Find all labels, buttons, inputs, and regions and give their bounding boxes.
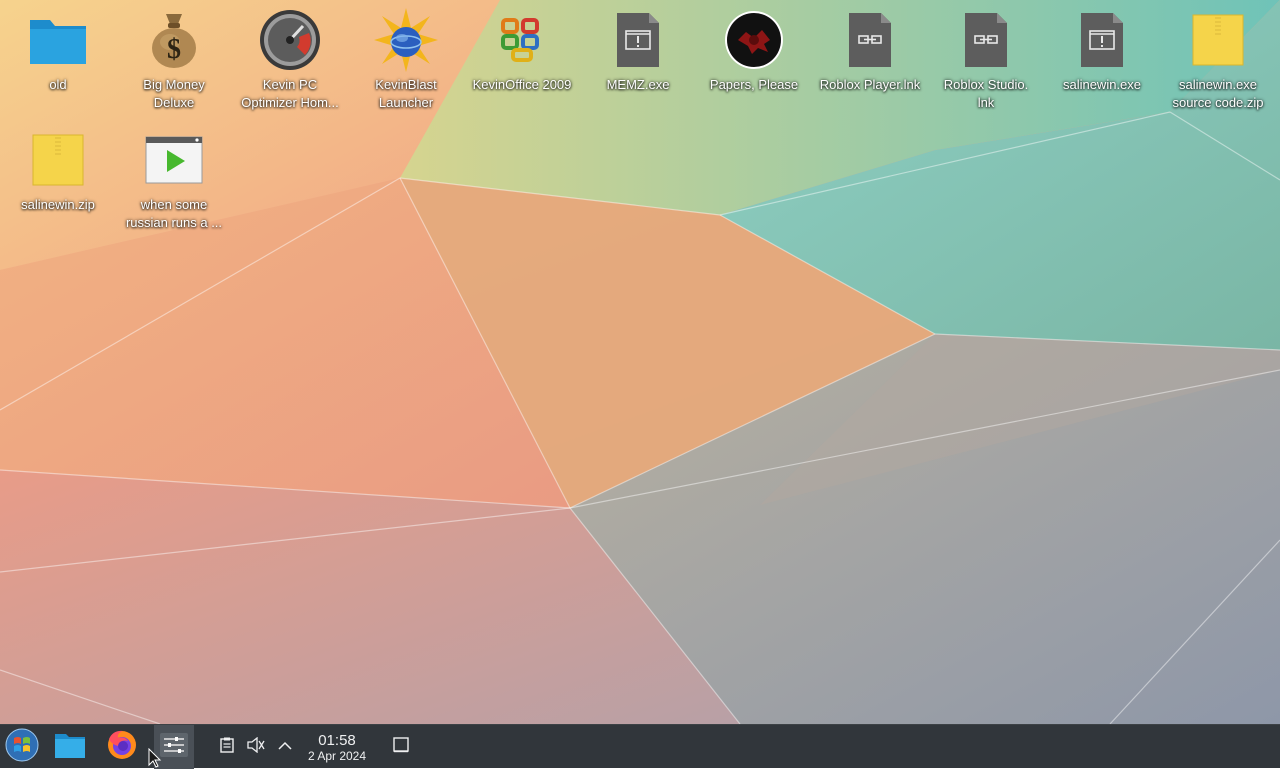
start-button[interactable] <box>0 725 44 769</box>
starburst-globe-icon <box>374 8 438 72</box>
icon-label: salinewin.zip <box>21 197 95 212</box>
office-logo-icon <box>490 8 554 72</box>
shortcut-file-icon <box>954 8 1018 72</box>
icon-label: Roblox Player.lnk <box>819 77 921 92</box>
desktop-icon-memz-exe[interactable]: MEMZ.exe <box>583 8 693 94</box>
icon-label: salinewin.exe source code.zip <box>1172 77 1264 110</box>
icon-label: salinewin.exe <box>1062 77 1142 92</box>
video-file-icon <box>142 128 206 192</box>
icon-label: MEMZ.exe <box>606 77 670 92</box>
icon-label: old <box>49 77 67 92</box>
executable-file-icon <box>606 8 670 72</box>
taskbar: 01:58 2 Apr 2024 <box>0 724 1280 769</box>
mixer-settings-icon <box>160 732 188 762</box>
desktop-icon-video-file[interactable]: when some russian runs a ... <box>119 128 229 232</box>
icon-label: KevinBlast Launcher <box>375 77 437 110</box>
start-orb-icon <box>5 728 39 767</box>
desktop-icon-roblox-studio-lnk[interactable]: Roblox Studio. lnk <box>931 8 1041 112</box>
tray-volume[interactable] <box>245 725 267 769</box>
icon-label: Papers, Please <box>709 77 799 92</box>
taskbar-file-manager[interactable] <box>50 725 90 769</box>
clock-time: 01:58 <box>318 731 356 749</box>
digital-clock[interactable]: 01:58 2 Apr 2024 <box>300 727 374 767</box>
svg-text:$: $ <box>167 34 181 65</box>
desktop[interactable]: old $ Big Money Deluxe Kevin PC Optimize… <box>0 0 1280 724</box>
taskbar-firefox[interactable] <box>102 725 142 769</box>
icon-label: when some russian runs a ... <box>125 197 223 230</box>
zip-archive-icon <box>26 128 90 192</box>
mouse-cursor <box>148 747 162 773</box>
papers-please-emblem-icon <box>722 8 786 72</box>
show-desktop-button[interactable] <box>388 725 414 769</box>
firefox-icon <box>106 729 138 766</box>
icon-label: KevinOffice 2009 <box>472 77 572 92</box>
file-manager-icon <box>54 731 86 764</box>
folder-icon <box>26 8 90 72</box>
desktop-icon-kevinoffice-2009[interactable]: KevinOffice 2009 <box>467 8 577 94</box>
volume-muted-icon <box>247 736 265 758</box>
desktop-icon-salinewin-exe[interactable]: salinewin.exe <box>1047 8 1157 94</box>
desktop-icon-salinewin-zip[interactable]: salinewin.zip <box>3 128 113 214</box>
chevron-up-icon <box>278 738 292 756</box>
speedometer-icon <box>258 8 322 72</box>
money-bag-icon: $ <box>142 8 206 72</box>
executable-file-icon <box>1070 8 1134 72</box>
desktop-icon-papers-please[interactable]: Papers, Please <box>699 8 809 94</box>
desktop-icon-big-money-deluxe[interactable]: $ Big Money Deluxe <box>119 8 229 112</box>
desktop-icon-old[interactable]: old <box>3 8 113 94</box>
show-desktop-icon <box>393 736 409 758</box>
tray-clipboard[interactable] <box>216 725 238 769</box>
icon-label: Big Money Deluxe <box>143 77 205 110</box>
desktop-icon-roblox-player-lnk[interactable]: Roblox Player.lnk <box>815 8 925 94</box>
clock-date: 2 Apr 2024 <box>307 748 367 763</box>
desktop-icon-kevin-pc-optimizer[interactable]: Kevin PC Optimizer Hom... <box>235 8 345 112</box>
desktop-icon-kevinblast-launcher[interactable]: KevinBlast Launcher <box>351 8 461 112</box>
icon-label: Kevin PC Optimizer Hom... <box>241 77 339 110</box>
shortcut-file-icon <box>838 8 902 72</box>
desktop-icon-salinewin-source-zip[interactable]: salinewin.exe source code.zip <box>1163 8 1273 112</box>
icon-label: Roblox Studio. lnk <box>943 77 1029 110</box>
clipboard-icon <box>220 737 234 758</box>
tray-expand[interactable] <box>274 725 296 769</box>
zip-archive-icon <box>1186 8 1250 72</box>
